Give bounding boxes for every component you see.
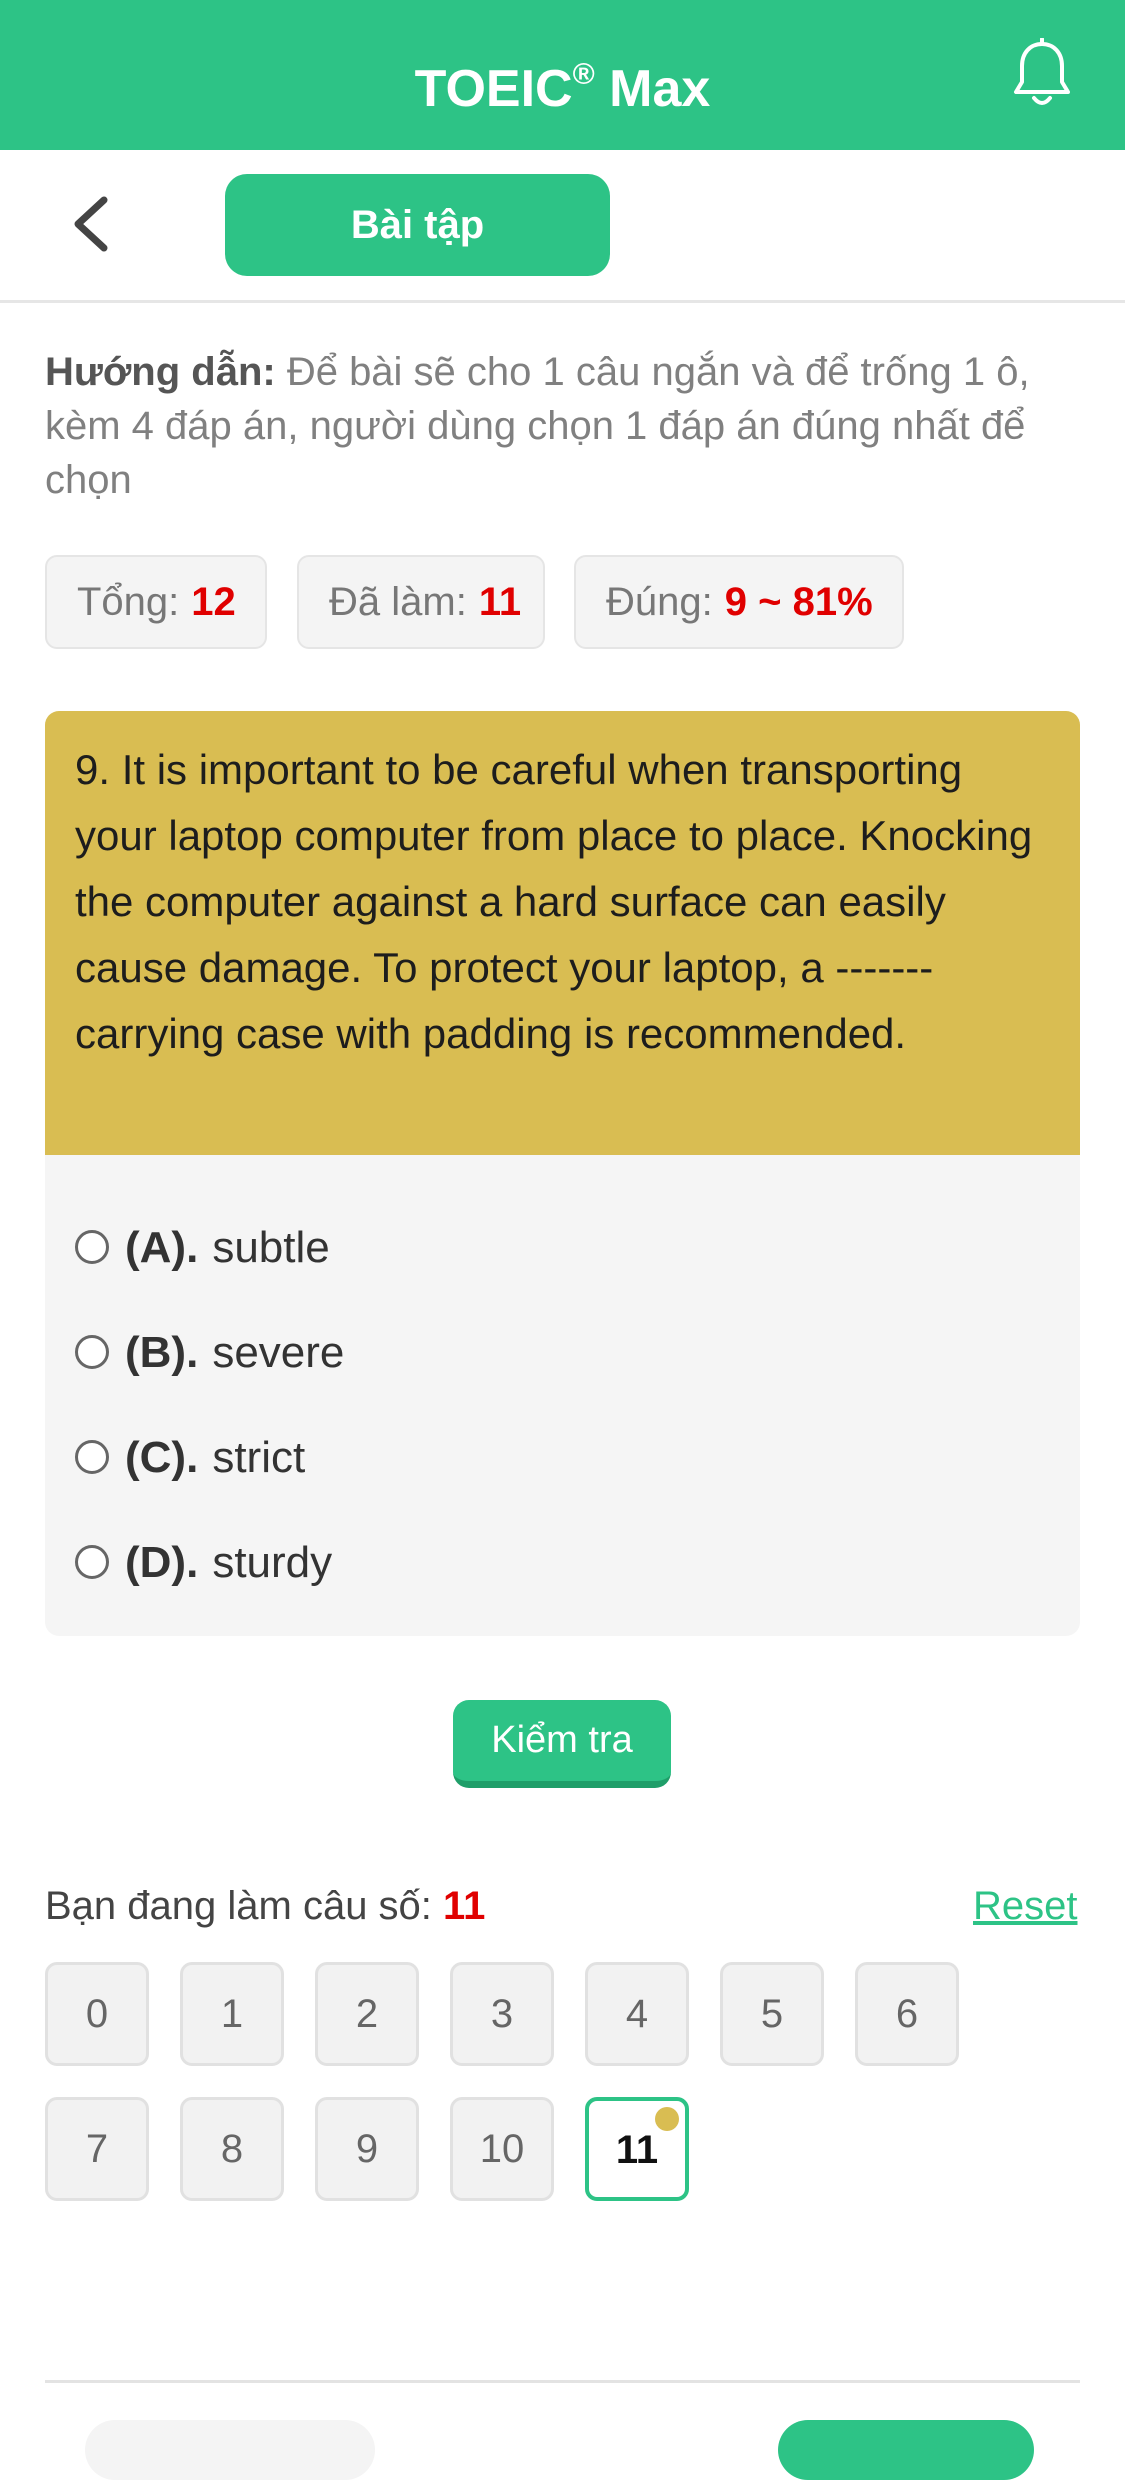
sub-header: Bài tập: [0, 150, 1125, 303]
option-a[interactable]: (A). subtle: [75, 1218, 330, 1278]
option-c[interactable]: (C). strict: [75, 1428, 305, 1488]
question-number-button[interactable]: 6: [855, 1962, 959, 2066]
check-button[interactable]: Kiểm tra: [453, 1700, 671, 1788]
answer-options: (A). subtle (B). severe (C). strict (D). stu…: [45, 1155, 1080, 1636]
question-number-button[interactable]: 2: [315, 1962, 419, 2066]
question-grid: 0 1 2 3 4 5 6 7 8 9 10 11: [45, 1962, 1085, 2202]
option-label: (C).: [125, 1433, 199, 1482]
option-text: severe: [212, 1328, 345, 1377]
previous-button[interactable]: [85, 2420, 375, 2480]
stat-total-value: 12: [191, 580, 236, 624]
option-label: (A).: [125, 1223, 199, 1272]
current-question: Bạn đang làm câu số: 11: [45, 1878, 485, 1934]
stat-correct-value: 9 ~ 81%: [724, 580, 873, 624]
question-number-button[interactable]: 10: [450, 2097, 554, 2201]
question-text: 9. It is important to be careful when tr…: [45, 711, 1080, 1155]
app-title-suffix: Max: [594, 60, 711, 118]
stat-total-label: Tổng:: [77, 580, 180, 624]
tab-exercises[interactable]: Bài tập: [225, 174, 610, 276]
stat-done-value: 11: [478, 580, 522, 624]
option-label: (D).: [125, 1538, 199, 1587]
next-button[interactable]: [778, 2420, 1034, 2480]
back-arrow-icon[interactable]: [66, 194, 116, 254]
question-number-button[interactable]: 3: [450, 1962, 554, 2066]
current-question-number: 11: [443, 1884, 486, 1928]
current-question-label: Bạn đang làm câu số:: [45, 1884, 432, 1928]
bell-icon[interactable]: [1010, 38, 1074, 112]
option-text: subtle: [212, 1223, 330, 1272]
radio-icon[interactable]: [75, 1545, 109, 1580]
question-number-button-active[interactable]: 11: [585, 2097, 689, 2201]
radio-icon[interactable]: [75, 1230, 109, 1265]
app-title: TOEIC® Max: [0, 0, 1125, 150]
option-b[interactable]: (B). severe: [75, 1323, 344, 1383]
question-number-button[interactable]: 4: [585, 1962, 689, 2066]
question-number-button[interactable]: 1: [180, 1962, 284, 2066]
option-label: (B).: [125, 1328, 199, 1377]
option-text: sturdy: [212, 1538, 333, 1587]
app-title-text: TOEIC: [414, 60, 573, 118]
radio-icon[interactable]: [75, 1440, 109, 1475]
divider: [45, 2380, 1080, 2383]
registered-mark: ®: [572, 58, 595, 91]
question-number-button[interactable]: 5: [720, 1962, 824, 2066]
instructions-label: Hướng dẫn:: [45, 350, 276, 394]
reset-link[interactable]: Reset: [973, 1878, 1078, 1934]
question-number-button[interactable]: 0: [45, 1962, 149, 2066]
question-number-button[interactable]: 8: [180, 2097, 284, 2201]
stat-correct-label: Đúng:: [606, 580, 713, 624]
question-number-button[interactable]: 9: [315, 2097, 419, 2201]
question-number-button[interactable]: 7: [45, 2097, 149, 2201]
option-text: strict: [212, 1433, 306, 1482]
stat-done-label: Đã làm:: [329, 580, 467, 624]
stat-done: Đã làm: 11: [297, 555, 545, 649]
current-indicator-dot: [655, 2107, 679, 2131]
stat-total: Tổng: 12: [45, 555, 267, 649]
question-number-label: 11: [615, 2128, 659, 2172]
instructions: Hướng dẫn: Để bài sẽ cho 1 câu ngắn và đ…: [45, 345, 1085, 507]
radio-icon[interactable]: [75, 1335, 109, 1370]
option-d[interactable]: (D). sturdy: [75, 1533, 332, 1593]
stat-correct: Đúng: 9 ~ 81%: [574, 555, 904, 649]
